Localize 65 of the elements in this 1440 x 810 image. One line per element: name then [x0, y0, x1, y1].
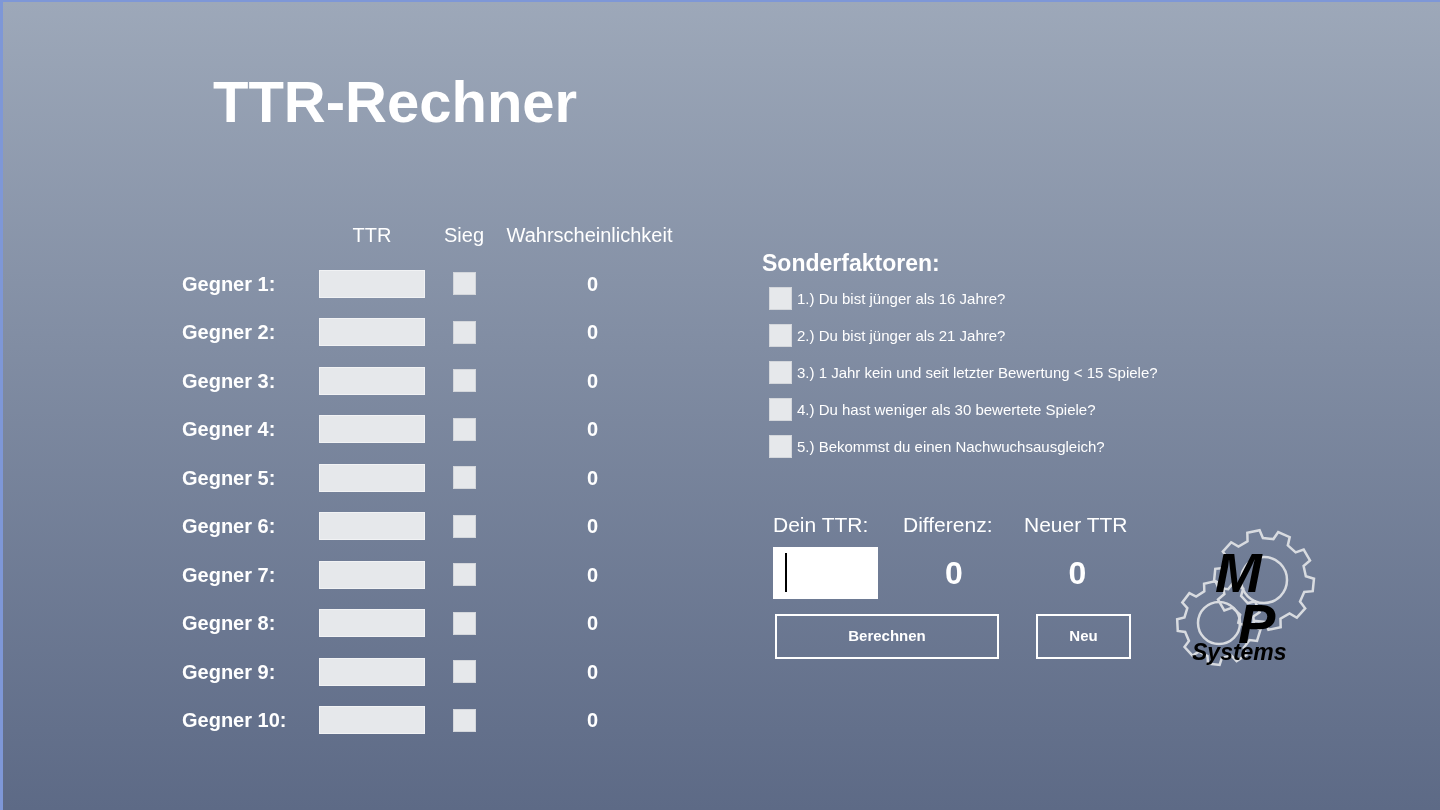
win-checkbox[interactable]	[452, 514, 476, 538]
field-label: Dein TTR:	[773, 512, 869, 538]
ttr-input-field[interactable]	[319, 706, 425, 735]
probability-value: 0	[586, 659, 599, 685]
ttr-input-field[interactable]	[319, 318, 425, 347]
win-checkbox[interactable]	[452, 417, 476, 441]
section-heading: Sonderfaktoren:	[762, 249, 940, 277]
ttr-input-field[interactable]	[319, 269, 425, 298]
win-checkbox[interactable]	[452, 563, 476, 587]
app-title: TTR-Rechner	[213, 73, 578, 131]
checkbox-label: 4.) Du hast weniger als 30 bewertete Spiele?	[797, 399, 1096, 420]
column-header: Sieg	[444, 223, 484, 249]
checkbox[interactable]	[769, 361, 792, 384]
row-label: Gegner 2:	[182, 320, 276, 346]
calculate-button[interactable]: Berechnen	[775, 614, 999, 659]
probability-value: 0	[586, 368, 599, 394]
probability-value: 0	[586, 320, 599, 346]
gears-icon	[1175, 528, 1317, 668]
row-label: Gegner 8:	[182, 611, 276, 637]
row-label: Gegner 6:	[182, 514, 276, 540]
row-label: Gegner 9:	[182, 659, 276, 685]
row-label: Gegner 1:	[182, 271, 276, 297]
row-label: Gegner 7:	[182, 562, 276, 588]
field-label: Differenz:	[903, 512, 993, 538]
checkbox-label: 1.) Du bist jünger als 16 Jahre?	[797, 288, 1006, 309]
checkbox[interactable]	[769, 435, 792, 458]
win-checkbox[interactable]	[452, 660, 476, 684]
checkbox[interactable]	[769, 324, 792, 347]
new-button[interactable]: Neu	[1036, 614, 1131, 659]
probability-value: 0	[586, 514, 599, 540]
row-label: Gegner 10:	[182, 708, 287, 734]
column-header: TTR	[352, 223, 392, 249]
probability-value: 0	[586, 271, 599, 297]
win-checkbox[interactable]	[452, 369, 476, 393]
checkbox[interactable]	[769, 398, 792, 421]
row-label: Gegner 5:	[182, 465, 276, 491]
ttr-input-field[interactable]	[319, 415, 425, 444]
ttr-input-field[interactable]	[319, 560, 425, 589]
ttr-input-field[interactable]	[319, 512, 425, 541]
checkbox[interactable]	[769, 287, 792, 310]
checkbox-label: 5.) Bekommst du einen Nachwuchsausgleich?	[797, 436, 1105, 457]
row-label: Gegner 3:	[182, 368, 276, 394]
win-checkbox[interactable]	[452, 466, 476, 490]
ttr-input-field[interactable]	[773, 547, 878, 599]
win-checkbox[interactable]	[452, 708, 476, 732]
ttr-input-field[interactable]	[319, 609, 425, 638]
column-header: Wahrscheinlichkeit	[506, 223, 673, 249]
win-checkbox[interactable]	[452, 611, 476, 635]
checkbox-label: 3.) 1 Jahr kein und seit letzter Bewertung < 15 Spiele?	[797, 362, 1158, 383]
row-label: Gegner 4:	[182, 417, 276, 443]
probability-value: 0	[586, 708, 599, 734]
text-cursor-icon	[785, 553, 787, 592]
field-label: Neuer TTR	[1024, 512, 1128, 538]
ttr-input-field[interactable]	[319, 366, 425, 395]
result-value: 0	[1068, 557, 1087, 589]
result-value: 0	[944, 557, 963, 589]
ttr-input-field[interactable]	[319, 463, 425, 492]
checkbox-label: 2.) Du bist jünger als 21 Jahre?	[797, 325, 1006, 346]
probability-value: 0	[586, 465, 599, 491]
ttr-input-field[interactable]	[319, 657, 425, 686]
probability-value: 0	[586, 611, 599, 637]
win-checkbox[interactable]	[452, 320, 476, 344]
probability-value: 0	[586, 562, 599, 588]
win-checkbox[interactable]	[452, 272, 476, 296]
probability-value: 0	[586, 417, 599, 443]
